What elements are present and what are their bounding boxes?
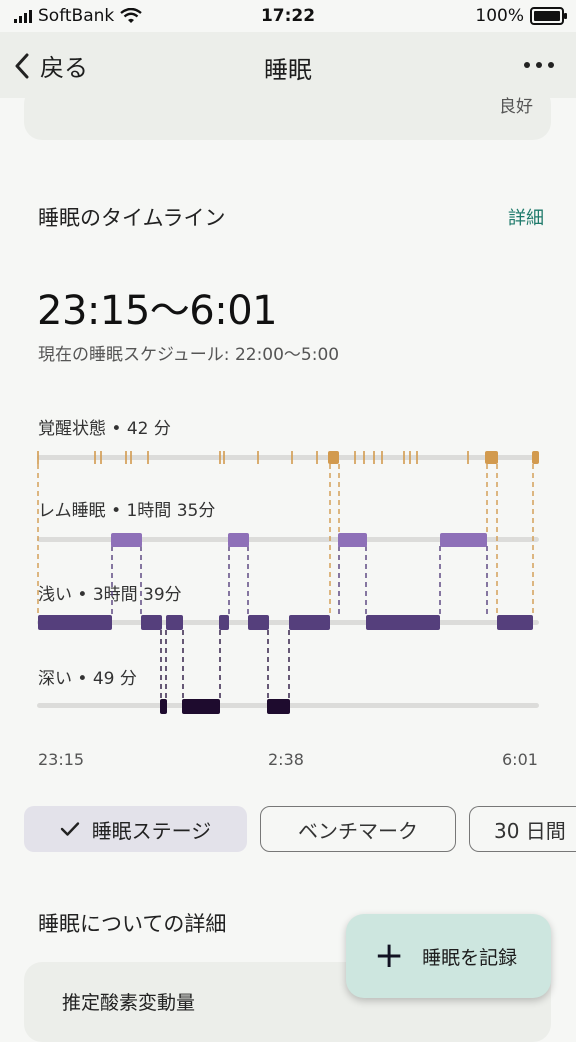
awake-segment: [485, 451, 498, 464]
sleep-schedule: 現在の睡眠スケジュール: 22:00〜5:00: [38, 345, 340, 365]
battery-percent: 100%: [475, 6, 524, 26]
axis-mid: 2:38: [268, 750, 304, 769]
awake-segment: [328, 451, 339, 464]
light-segment: [289, 615, 330, 630]
more-options-icon[interactable]: [524, 62, 554, 68]
awake-segment: [532, 451, 539, 464]
deep-segment: [267, 699, 290, 714]
record-sleep-button[interactable]: + 睡眠を記録: [346, 914, 551, 998]
sleep-range: 23:15〜6:01: [37, 288, 278, 334]
timeline-title: 睡眠のタイムライン: [38, 206, 226, 230]
rem-segment: [440, 533, 487, 547]
record-sleep-label: 睡眠を記録: [422, 946, 518, 969]
axis-end: 6:01: [502, 750, 538, 769]
light-segment: [166, 615, 183, 630]
awake-label: 覚醒状態 • 42 分: [38, 419, 171, 439]
plus-icon: +: [374, 935, 405, 976]
check-icon: [60, 822, 79, 836]
oxygen-variation-title: 推定酸素変動量: [62, 992, 196, 1014]
axis-start: 23:15: [38, 750, 85, 769]
details-link[interactable]: 詳細: [508, 204, 544, 230]
status-bar: SoftBank 17:22 100%: [0, 0, 576, 32]
light-segment: [38, 615, 112, 630]
light-segment: [141, 615, 162, 630]
chip-30-days[interactable]: 30 日間: [469, 806, 576, 852]
rem-segment: [228, 533, 249, 547]
light-segment: [248, 615, 269, 630]
deep-segment: [182, 699, 220, 714]
sleep-quality-value: 良好: [499, 97, 533, 117]
deep-segment: [160, 699, 167, 714]
chip-30-days-label: 30 日間: [494, 818, 566, 843]
light-track: [37, 620, 539, 625]
chip-sleep-stages[interactable]: 睡眠ステージ: [24, 806, 247, 852]
page-title: 睡眠: [264, 56, 312, 84]
light-segment: [497, 615, 533, 630]
sleep-quality-card: 良好: [24, 86, 551, 140]
chip-benchmark[interactable]: ベンチマーク: [260, 806, 456, 852]
chip-benchmark-label: ベンチマーク: [298, 818, 418, 843]
light-segment: [366, 615, 440, 630]
rem-segment: [111, 533, 142, 547]
sleep-stage-chart: [37, 451, 539, 714]
awake-track: [37, 455, 539, 460]
chip-sleep-stages-label: 睡眠ステージ: [91, 818, 212, 843]
sleep-details-title: 睡眠についての詳細: [38, 912, 227, 936]
light-segment: [219, 615, 229, 630]
battery-icon: [530, 7, 567, 25]
rem-segment: [338, 533, 367, 547]
